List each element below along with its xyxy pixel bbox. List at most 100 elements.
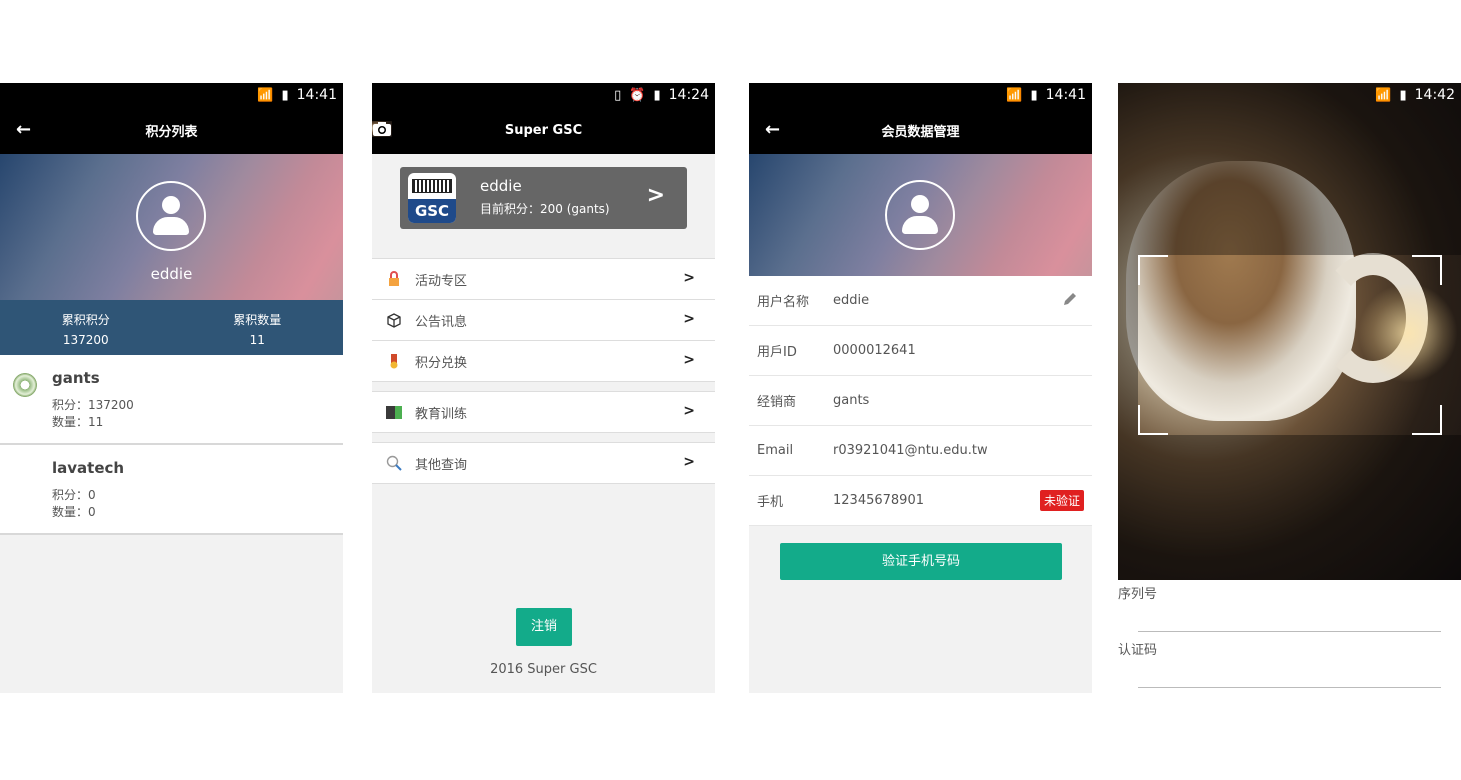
menu-item-events[interactable]: 活动专区 >	[372, 259, 715, 300]
search-icon	[386, 455, 402, 471]
menu-item-news[interactable]: 公告讯息 >	[372, 300, 715, 341]
verify-phone-button[interactable]: 验证手机号码	[780, 543, 1062, 580]
camera-viewfinder[interactable]: 📶 ▮ 14:42	[1118, 83, 1461, 580]
app-bar: ← 积分列表	[0, 107, 343, 154]
auth-code-input[interactable]	[1138, 687, 1441, 688]
chevron-right-icon: >	[683, 270, 695, 286]
page-title: Super GSC	[504, 123, 583, 138]
field-dealer: 经销商 gants	[749, 376, 1092, 426]
battery-icon: ▮	[653, 87, 661, 103]
medal-icon	[390, 354, 398, 369]
stat-label: 累积数量	[233, 313, 282, 327]
member-profile-screen: 📶 ▮ 14:41 ← 会员数据管理 用户名称 eddie 用戶ID 00000…	[749, 83, 1092, 693]
wifi-icon: 📶	[1006, 87, 1023, 103]
member-card[interactable]: GSC eddie 目前积分：200 (gants) >	[400, 167, 687, 229]
status-time: 14:41	[1045, 87, 1086, 103]
stat-label: 累积积分	[61, 313, 110, 327]
box-icon	[387, 313, 401, 328]
list-item[interactable]: gants 积分：137200 数量：11	[0, 355, 343, 445]
home-screen: ▯ ⏰ ▮ 14:24 Super GSC GSC eddie 目前积分：200…	[372, 83, 715, 693]
alarm-icon: ⏰	[629, 87, 646, 103]
stat-value: 137200	[62, 333, 109, 347]
field-label: 手机	[757, 495, 784, 510]
page-title: 积分列表	[145, 125, 198, 140]
chevron-right-icon: >	[683, 403, 695, 419]
field-label: 经销商	[757, 395, 797, 410]
dealer-name: lavatech	[52, 459, 125, 477]
status-time: 14:24	[668, 87, 709, 103]
status-badge: 未验证	[1039, 490, 1084, 511]
back-arrow-icon[interactable]: ←	[765, 119, 780, 140]
divider	[372, 382, 715, 392]
points-text: 积分：137200	[52, 398, 134, 412]
field-username: 用户名称 eddie	[749, 276, 1092, 326]
status-time: 14:41	[296, 87, 337, 103]
lock-icon	[389, 271, 399, 286]
menu-group: 其他查询 >	[372, 443, 715, 484]
status-bar: ▯ ⏰ ▮ 14:24	[372, 83, 715, 107]
menu-group: 活动专区 > 公告讯息 > 积分兑换 >	[372, 259, 715, 382]
menu-group: 教育训练 >	[372, 392, 715, 433]
menu-label: 公告讯息	[415, 314, 468, 330]
dealer-logo-icon	[13, 373, 37, 397]
menu-label: 活动专区	[415, 273, 468, 289]
points-text: 积分：0	[52, 488, 96, 502]
serial-input[interactable]	[1138, 631, 1441, 632]
vibrate-icon: ▯	[614, 87, 622, 103]
avatar	[885, 180, 955, 250]
menu-item-other-query[interactable]: 其他查询 >	[372, 443, 715, 484]
menu-label: 其他查询	[415, 457, 468, 473]
scan-frame-corner	[1412, 255, 1442, 285]
battery-icon: ▮	[1399, 87, 1407, 103]
field-value: 12345678901	[833, 493, 924, 508]
pencil-icon[interactable]	[1062, 291, 1078, 307]
stat-total-points: 累积积分 137200	[0, 300, 172, 355]
battery-icon: ▮	[281, 87, 289, 103]
qty-text: 数量：0	[52, 505, 96, 519]
menu-label: 积分兑换	[415, 355, 468, 371]
chevron-right-icon: >	[683, 352, 695, 368]
field-value: eddie	[833, 293, 870, 308]
camera-icon[interactable]	[372, 121, 392, 137]
page-title: 会员数据管理	[881, 125, 960, 140]
wifi-icon: 📶	[1375, 87, 1392, 103]
menu-item-training[interactable]: 教育训练 >	[372, 392, 715, 433]
board-icon	[386, 406, 402, 419]
points-list-screen: 📶 ▮ 14:41 ← 积分列表 eddie 累积积分 137200 累积数量 …	[0, 83, 343, 693]
app-bar: ← 会员数据管理	[749, 107, 1092, 154]
profile-header	[749, 154, 1092, 276]
copyright-text: 2016 Super GSC	[490, 662, 597, 677]
member-card-area: GSC eddie 目前积分：200 (gants) >	[372, 154, 715, 259]
status-bar: 📶 ▮ 14:41	[749, 83, 1092, 107]
field-user-id: 用戶ID 0000012641	[749, 326, 1092, 376]
scanner-screen: 📶 ▮ 14:42 序列号 认证码	[1118, 83, 1461, 693]
wifi-icon: 📶	[257, 87, 274, 103]
stat-value: 11	[249, 333, 265, 347]
menu-label: 教育训练	[415, 406, 468, 422]
field-label: 用户名称	[757, 295, 810, 310]
member-points: 目前积分：200 (gants)	[480, 202, 610, 216]
scan-frame-corner	[1412, 405, 1442, 435]
field-value: gants	[833, 393, 870, 408]
logout-button[interactable]: 注销	[516, 608, 572, 646]
gsc-logo-text: GSC	[408, 199, 456, 223]
scan-mask	[1118, 255, 1138, 435]
divider	[372, 433, 715, 443]
app-bar: Super GSC	[372, 107, 715, 154]
scan-frame-corner	[1138, 405, 1168, 435]
menu-item-redeem[interactable]: 积分兑换 >	[372, 341, 715, 382]
gsc-logo-icon: GSC	[408, 173, 456, 223]
profile-header: eddie	[0, 154, 343, 300]
list-item[interactable]: lavatech 积分：0 数量：0	[0, 445, 343, 535]
status-bar: 📶 ▮ 14:41	[0, 83, 343, 107]
auth-code-label: 认证码	[1118, 643, 1158, 658]
field-label: 用戶ID	[757, 345, 797, 360]
chevron-right-icon: >	[646, 183, 665, 208]
field-email: Email r03921041@ntu.edu.tw	[749, 426, 1092, 476]
back-arrow-icon[interactable]: ←	[16, 119, 31, 140]
dealer-name: gants	[52, 369, 100, 387]
field-phone: 手机 12345678901 未验证	[749, 476, 1092, 526]
chevron-right-icon: >	[683, 311, 695, 327]
chevron-right-icon: >	[683, 454, 695, 470]
status-bar: 📶 ▮ 14:42	[1118, 83, 1461, 107]
